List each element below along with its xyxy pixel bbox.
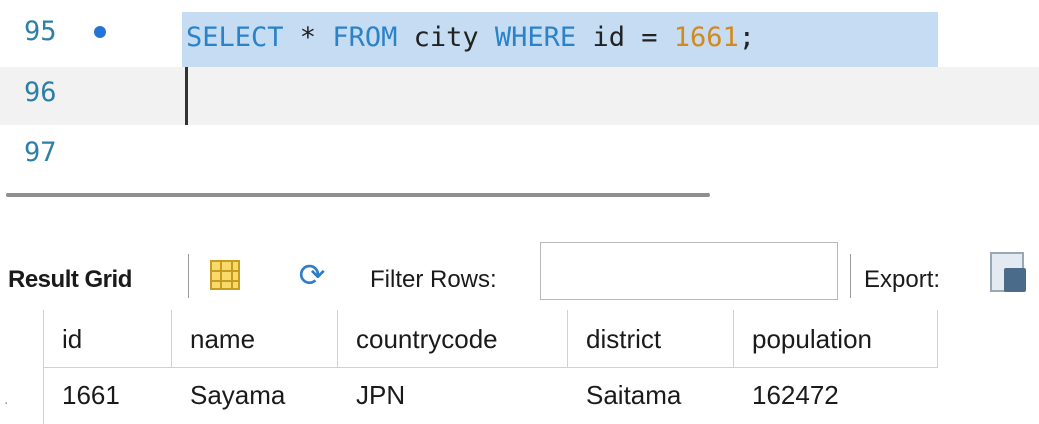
where-condition: id = bbox=[576, 22, 674, 53]
row-selector[interactable]: · bbox=[0, 366, 44, 424]
editor-line-97[interactable]: 97 bbox=[0, 127, 1039, 183]
sql-statement[interactable]: SELECT * FROM city WHERE id = 1661; bbox=[186, 22, 755, 53]
statement-bullet-icon bbox=[94, 26, 106, 38]
table-row[interactable]: · 1661 Sayama JPN Saitama 162472 bbox=[0, 366, 938, 424]
toolbar-separator bbox=[188, 254, 189, 298]
column-header-id[interactable]: id bbox=[44, 310, 172, 368]
cell-id[interactable]: 1661 bbox=[44, 366, 172, 424]
filter-rows-label: Filter Rows: bbox=[370, 266, 497, 293]
column-header-population[interactable]: population bbox=[734, 310, 938, 368]
table-name: city bbox=[397, 22, 495, 53]
horizontal-scrollbar[interactable] bbox=[6, 193, 710, 197]
literal-value: 1661 bbox=[673, 22, 739, 53]
column-header-countrycode[interactable]: countrycode bbox=[338, 310, 568, 368]
line-number: 96 bbox=[24, 77, 57, 108]
refresh-icon[interactable]: ⟳ bbox=[292, 258, 332, 292]
keyword-from: FROM bbox=[332, 22, 398, 53]
text-caret bbox=[185, 67, 188, 125]
sql-editor[interactable]: 95 SELECT * FROM city WHERE id = 1661; 9… bbox=[0, 0, 1039, 185]
column-header-district[interactable]: district bbox=[568, 310, 734, 368]
line-number: 97 bbox=[24, 137, 57, 168]
result-toolbar: Result Grid ⟳ Filter Rows: Export: bbox=[0, 236, 1039, 306]
cell-countrycode[interactable]: JPN bbox=[338, 366, 568, 424]
grid-header-row: id name countrycode district population bbox=[0, 310, 938, 368]
export-to-file-icon[interactable] bbox=[990, 252, 1026, 292]
line-number: 95 bbox=[24, 16, 57, 47]
filter-rows-input[interactable] bbox=[540, 242, 838, 300]
keyword-where: WHERE bbox=[494, 22, 577, 53]
export-label: Export: bbox=[864, 266, 941, 293]
row-marker-icon: · bbox=[4, 396, 9, 412]
result-grid-tab[interactable]: Result Grid bbox=[8, 266, 132, 294]
cell-district[interactable]: Saitama bbox=[568, 366, 734, 424]
grid-layout-icon[interactable] bbox=[210, 260, 240, 290]
cell-name[interactable]: Sayama bbox=[172, 366, 338, 424]
editor-line-96[interactable]: 96 bbox=[0, 67, 1039, 125]
row-header-gutter bbox=[0, 310, 44, 368]
keyword-select: SELECT bbox=[186, 22, 284, 53]
result-grid[interactable]: id name countrycode district population … bbox=[0, 310, 1039, 424]
editor-line-95[interactable]: 95 SELECT * FROM city WHERE id = 1661; bbox=[0, 6, 1039, 68]
select-star: * bbox=[283, 22, 333, 53]
statement-terminator: ; bbox=[738, 22, 756, 53]
cell-population[interactable]: 162472 bbox=[734, 366, 938, 424]
toolbar-separator bbox=[850, 254, 851, 298]
column-header-name[interactable]: name bbox=[172, 310, 338, 368]
